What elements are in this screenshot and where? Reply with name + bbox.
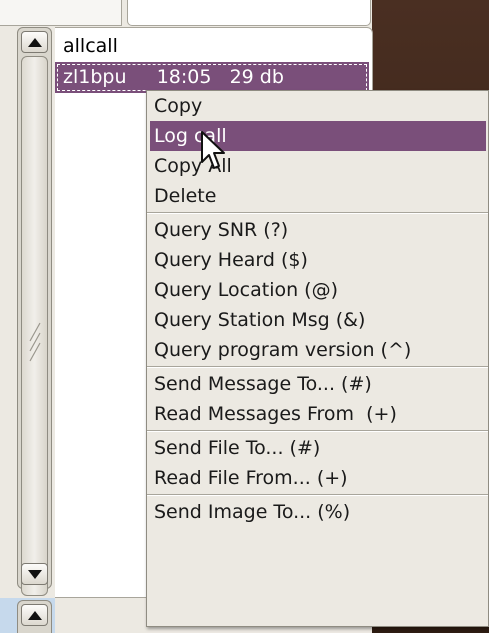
menu-item-query-program-version[interactable]: Query program version (^): [147, 335, 488, 365]
list-item-selected[interactable]: zl1bpu 18:05 29 db: [55, 62, 369, 93]
menu-separator: [147, 366, 488, 368]
menu-item-query-heard[interactable]: Query Heard ($): [147, 245, 488, 275]
chevron-up-icon: [27, 610, 42, 620]
menu-item-copy[interactable]: Copy: [147, 91, 488, 121]
menu-item-send-image[interactable]: Send Image To... (%): [147, 497, 488, 527]
upper-right-pane: [127, 0, 371, 26]
menu-item-delete[interactable]: Delete: [147, 181, 488, 211]
menu-separator: [147, 494, 488, 496]
menu-item-send-message[interactable]: Send Message To... (#): [147, 369, 488, 399]
lower-scrollbar-region: [0, 598, 55, 633]
menu-item-query-station-msg[interactable]: Query Station Msg (&): [147, 305, 488, 335]
menu-item-query-snr[interactable]: Query SNR (?): [147, 215, 488, 245]
mouse-pointer-icon: [201, 131, 225, 169]
scroll-grip-icon: [29, 322, 41, 362]
chevron-up-icon: [27, 37, 42, 47]
list-item[interactable]: allcall: [55, 31, 372, 62]
menu-item-read-messages[interactable]: Read Messages From (+): [147, 399, 488, 429]
scroll-thumb[interactable]: [21, 56, 48, 596]
menu-item-send-file[interactable]: Send File To... (#): [147, 433, 488, 463]
top-strip: [0, 0, 372, 26]
vertical-scrollbar[interactable]: [17, 27, 52, 596]
chevron-down-icon: [27, 569, 42, 579]
scroll-down-button[interactable]: [21, 563, 48, 585]
context-menu: Copy Log call Copy All Delete Query SNR …: [146, 90, 489, 627]
scroll-up-button[interactable]: [21, 31, 48, 53]
menu-item-read-file[interactable]: Read File From... (+): [147, 463, 488, 493]
upper-left-pane: [0, 0, 122, 26]
menu-separator: [147, 430, 488, 432]
lower-scroll-up-button[interactable]: [21, 604, 48, 626]
lower-scrollbar[interactable]: [17, 600, 52, 633]
menu-item-copy-all[interactable]: Copy All: [147, 151, 488, 181]
menu-separator: [147, 212, 488, 214]
menu-item-query-location[interactable]: Query Location (@): [147, 275, 488, 305]
